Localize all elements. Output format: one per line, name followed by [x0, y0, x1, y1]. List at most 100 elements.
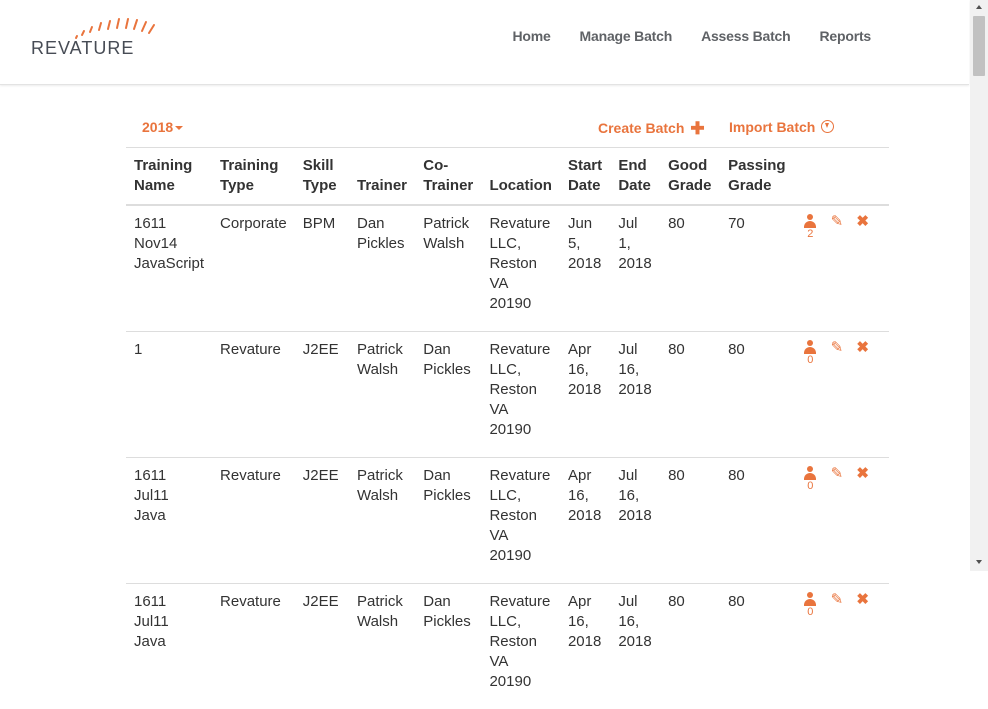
cell-actions: 0 ✎ ✖: [795, 458, 889, 584]
cell-co-trainer: Dan Pickles: [415, 458, 481, 584]
trainee-count: 0: [803, 354, 817, 367]
cell-start-date: Jun 5, 2018: [560, 205, 610, 332]
th-training-type[interactable]: Training Type: [212, 148, 295, 206]
th-location[interactable]: Location: [481, 148, 560, 206]
table-row: 1611 Jul11 Java Revature J2EE Patrick Wa…: [126, 458, 889, 584]
close-icon: ✖: [856, 466, 869, 481]
cell-good-grade: 80: [660, 458, 720, 584]
cell-location: Revature LLC, Reston VA 20190: [481, 458, 560, 584]
nav-home[interactable]: Home: [512, 28, 550, 44]
cell-passing-grade: 70: [720, 205, 795, 332]
cell-location: Revature LLC, Reston VA 20190: [481, 332, 560, 458]
cell-training-name: 1: [126, 332, 212, 458]
trainee-count: 0: [803, 606, 817, 619]
cell-training-type: Revature: [212, 458, 295, 584]
year-label: 2018: [142, 119, 173, 135]
download-circle-icon: [821, 120, 834, 133]
th-training-name[interactable]: Training Name: [126, 148, 212, 206]
cell-actions: 0 ✎ ✖: [795, 332, 889, 458]
caret-down-icon: [175, 126, 183, 130]
cell-actions: 2 ✎ ✖: [795, 205, 889, 332]
cell-passing-grade: 80: [720, 458, 795, 584]
batch-table: Training Name Training Type Skill Type T…: [126, 147, 889, 709]
user-icon: [803, 214, 817, 228]
cell-trainer: Patrick Walsh: [349, 332, 415, 458]
cell-end-date: Jul 16, 2018: [610, 332, 660, 458]
cell-training-type: Revature: [212, 332, 295, 458]
cell-good-grade: 80: [660, 584, 720, 709]
scroll-thumb[interactable]: [973, 16, 985, 76]
cell-start-date: Apr 16, 2018: [560, 584, 610, 709]
user-icon: [803, 340, 817, 354]
trainee-count: 2: [803, 228, 817, 241]
th-end-date[interactable]: End Date: [610, 148, 660, 206]
nav-manage-batch[interactable]: Manage Batch: [580, 28, 673, 44]
close-icon: ✖: [856, 340, 869, 355]
vertical-scrollbar[interactable]: [970, 0, 988, 571]
create-batch-button[interactable]: Create Batch✚: [598, 119, 705, 139]
cell-training-type: Corporate: [212, 205, 295, 332]
cell-skill-type: J2EE: [295, 332, 349, 458]
cell-training-name: 1611 Jul11 Java: [126, 584, 212, 709]
edit-button[interactable]: ✎: [829, 466, 844, 481]
cell-end-date: Jul 16, 2018: [610, 458, 660, 584]
cell-co-trainer: Dan Pickles: [415, 584, 481, 709]
table-header-row: Training Name Training Type Skill Type T…: [126, 148, 889, 206]
top-navbar: REVATURE Home Manage Batch Assess Batch …: [0, 0, 969, 85]
cell-passing-grade: 80: [720, 584, 795, 709]
edit-button[interactable]: ✎: [829, 214, 844, 229]
pencil-icon: ✎: [829, 340, 844, 355]
close-icon: ✖: [856, 214, 869, 229]
table-row: 1611 Nov14 JavaScript Corporate BPM Dan …: [126, 205, 889, 332]
cell-trainer: Patrick Walsh: [349, 458, 415, 584]
cell-passing-grade: 80: [720, 332, 795, 458]
cell-trainer: Dan Pickles: [349, 205, 415, 332]
trainees-button[interactable]: 0: [803, 592, 817, 619]
edit-button[interactable]: ✎: [829, 340, 844, 355]
delete-button[interactable]: ✖: [856, 466, 869, 481]
cell-skill-type: J2EE: [295, 584, 349, 709]
th-good-grade[interactable]: Good Grade: [660, 148, 720, 206]
nav-reports[interactable]: Reports: [820, 28, 872, 44]
revature-logo[interactable]: REVATURE: [28, 14, 168, 64]
cell-training-name: 1611 Nov14 JavaScript: [126, 205, 212, 332]
cell-start-date: Apr 16, 2018: [560, 458, 610, 584]
cell-trainer: Patrick Walsh: [349, 584, 415, 709]
import-batch-button[interactable]: Import Batch: [729, 119, 834, 135]
trainee-count: 0: [803, 480, 817, 493]
scroll-up-arrow-icon[interactable]: [976, 5, 982, 9]
scroll-down-arrow-icon[interactable]: [976, 560, 982, 564]
table-row: 1 Revature J2EE Patrick Walsh Dan Pickle…: [126, 332, 889, 458]
nav-assess-batch[interactable]: Assess Batch: [701, 28, 790, 44]
trainees-button[interactable]: 2: [803, 214, 817, 241]
pencil-icon: ✎: [829, 592, 844, 607]
cell-training-type: Revature: [212, 584, 295, 709]
th-start-date[interactable]: Start Date: [560, 148, 610, 206]
trainees-button[interactable]: 0: [803, 340, 817, 367]
trainees-button[interactable]: 0: [803, 466, 817, 493]
cell-skill-type: BPM: [295, 205, 349, 332]
cell-co-trainer: Dan Pickles: [415, 332, 481, 458]
cell-actions: 0 ✎ ✖: [795, 584, 889, 709]
pencil-icon: ✎: [829, 214, 844, 229]
th-passing-grade[interactable]: Passing Grade: [720, 148, 795, 206]
user-icon: [803, 592, 817, 606]
year-dropdown[interactable]: 2018: [142, 119, 183, 135]
delete-button[interactable]: ✖: [856, 214, 869, 229]
th-co-trainer[interactable]: Co-Trainer: [415, 148, 481, 206]
cell-good-grade: 80: [660, 205, 720, 332]
cell-training-name: 1611 Jul11 Java: [126, 458, 212, 584]
pencil-icon: ✎: [829, 466, 844, 481]
th-actions: [795, 148, 889, 206]
main-nav: Home Manage Batch Assess Batch Reports: [512, 28, 871, 44]
th-trainer[interactable]: Trainer: [349, 148, 415, 206]
edit-button[interactable]: ✎: [829, 592, 844, 607]
table-body: 1611 Nov14 JavaScript Corporate BPM Dan …: [126, 205, 889, 709]
user-icon: [803, 466, 817, 480]
create-batch-label: Create Batch: [598, 120, 684, 136]
th-skill-type[interactable]: Skill Type: [295, 148, 349, 206]
delete-button[interactable]: ✖: [856, 592, 869, 607]
cell-end-date: Jul 16, 2018: [610, 584, 660, 709]
logo-text: REVATURE: [31, 38, 134, 59]
delete-button[interactable]: ✖: [856, 340, 869, 355]
